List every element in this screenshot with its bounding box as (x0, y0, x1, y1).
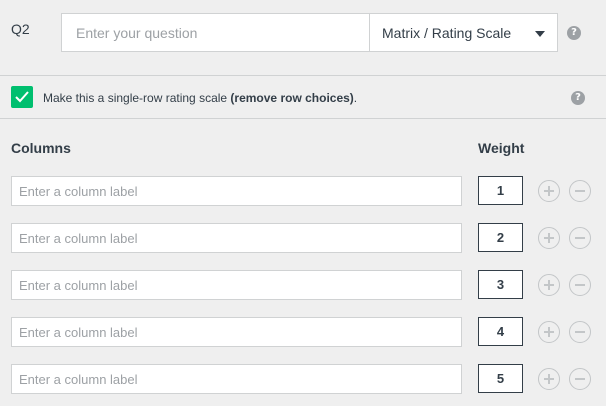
minus-circle-icon[interactable] (569, 321, 591, 343)
column-label-input[interactable] (11, 270, 462, 300)
weight-input[interactable]: 4 (478, 317, 523, 346)
minus-circle-icon[interactable] (569, 368, 591, 390)
weight-input[interactable]: 1 (478, 176, 523, 205)
help-icon[interactable]: ? (571, 91, 585, 105)
column-label-input[interactable] (11, 364, 462, 394)
minus-circle-icon[interactable] (569, 227, 591, 249)
chevron-down-icon (535, 31, 545, 37)
weight-input[interactable]: 5 (478, 364, 523, 393)
column-label-input[interactable] (11, 176, 462, 206)
plus-circle-icon[interactable] (538, 227, 560, 249)
minus-circle-icon[interactable] (569, 274, 591, 296)
question-type-label: Matrix / Rating Scale (382, 24, 512, 41)
weight-input[interactable]: 2 (478, 223, 523, 252)
question-number: Q2 (11, 21, 30, 37)
columns-heading: Columns (11, 140, 71, 156)
single-row-option-label: Make this a single-row rating scale (rem… (43, 91, 358, 105)
minus-circle-icon[interactable] (569, 180, 591, 202)
checkmark-icon (15, 91, 29, 103)
single-row-option: Make this a single-row rating scale (rem… (0, 77, 606, 119)
plus-circle-icon[interactable] (538, 274, 560, 296)
single-row-checkbox[interactable] (11, 86, 33, 108)
column-label-input[interactable] (11, 223, 462, 253)
question-header: Q2 Matrix / Rating Scale ? (0, 0, 606, 76)
plus-circle-icon[interactable] (538, 321, 560, 343)
help-icon[interactable]: ? (567, 26, 581, 40)
weight-heading: Weight (478, 140, 525, 156)
plus-circle-icon[interactable] (538, 180, 560, 202)
plus-circle-icon[interactable] (538, 368, 560, 390)
question-type-dropdown[interactable]: Matrix / Rating Scale (369, 13, 558, 52)
question-input[interactable] (61, 13, 370, 52)
column-label-input[interactable] (11, 317, 462, 347)
weight-input[interactable]: 3 (478, 270, 523, 299)
